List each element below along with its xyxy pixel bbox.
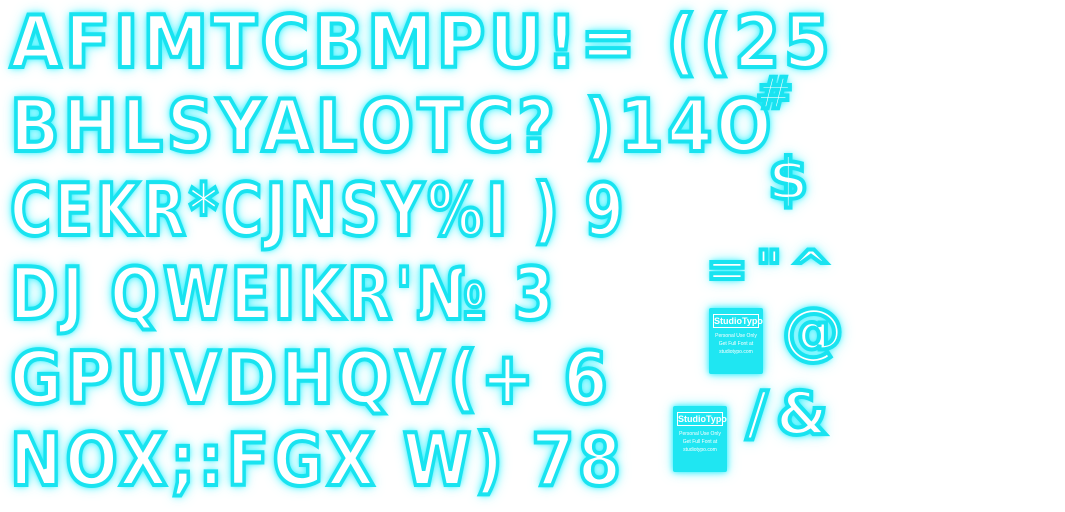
quote-caret-glyphs: ="^ (704, 240, 840, 298)
glyph-row-2: BHLSYALOTC? )14O (8, 84, 855, 168)
glyph-row-2-text: BHLSYALOTC? )14O (8, 84, 776, 168)
glyph-row-1-text: AFIMTCBMPU!= ((25 (8, 0, 834, 84)
watermark-badge-line: studiotypo.com (683, 447, 717, 453)
hash-glyph: # (754, 68, 795, 119)
watermark-badge: StudioTypo Personal Use Only Get Full Fo… (673, 406, 727, 472)
watermark-badge: StudioTypo Personal Use Only Get Full Fo… (709, 308, 763, 374)
watermark-badge-title: StudioTypo (713, 314, 763, 328)
glyph-row-3: CEKR*CJNSY%I ) 9 (8, 168, 801, 252)
glyph-row-6: NOX;:FGX W) 78 (8, 418, 724, 502)
glyph-row-3-text: CEKR*CJNSY%I ) 9 (8, 168, 627, 252)
glyph-row-5-text: GPUVDHQV(+ 6 (8, 336, 612, 420)
watermark-badge-line: Get Full Font at (718, 341, 754, 347)
slash-ampersand-glyphs: /& (744, 379, 837, 449)
watermark-badge-line: Personal Use Only (715, 333, 757, 339)
glyph-row-4: DJ QWEIKR'№ 3 (8, 252, 685, 336)
glyph-row-5: GPUVDHQV(+ 6 (8, 336, 689, 420)
watermark-badge-title: StudioTypo (677, 412, 727, 426)
glyph-row-6-text: NOX;:FGX W) 78 (8, 418, 625, 502)
dollar-glyph: $ (766, 145, 810, 213)
font-specimen: AFIMTCBMPU!= ((25 BHLSYALOTC? )14O CEKR*… (0, 0, 1065, 512)
watermark-badge-line: Get Full Font at (682, 439, 718, 445)
glyph-row-4-text: DJ QWEIKR'№ 3 (8, 252, 557, 336)
watermark-badge-line: studiotypo.com (719, 349, 753, 355)
watermark-badge-line: Personal Use Only (679, 431, 721, 437)
at-glyph: @ (780, 294, 846, 367)
